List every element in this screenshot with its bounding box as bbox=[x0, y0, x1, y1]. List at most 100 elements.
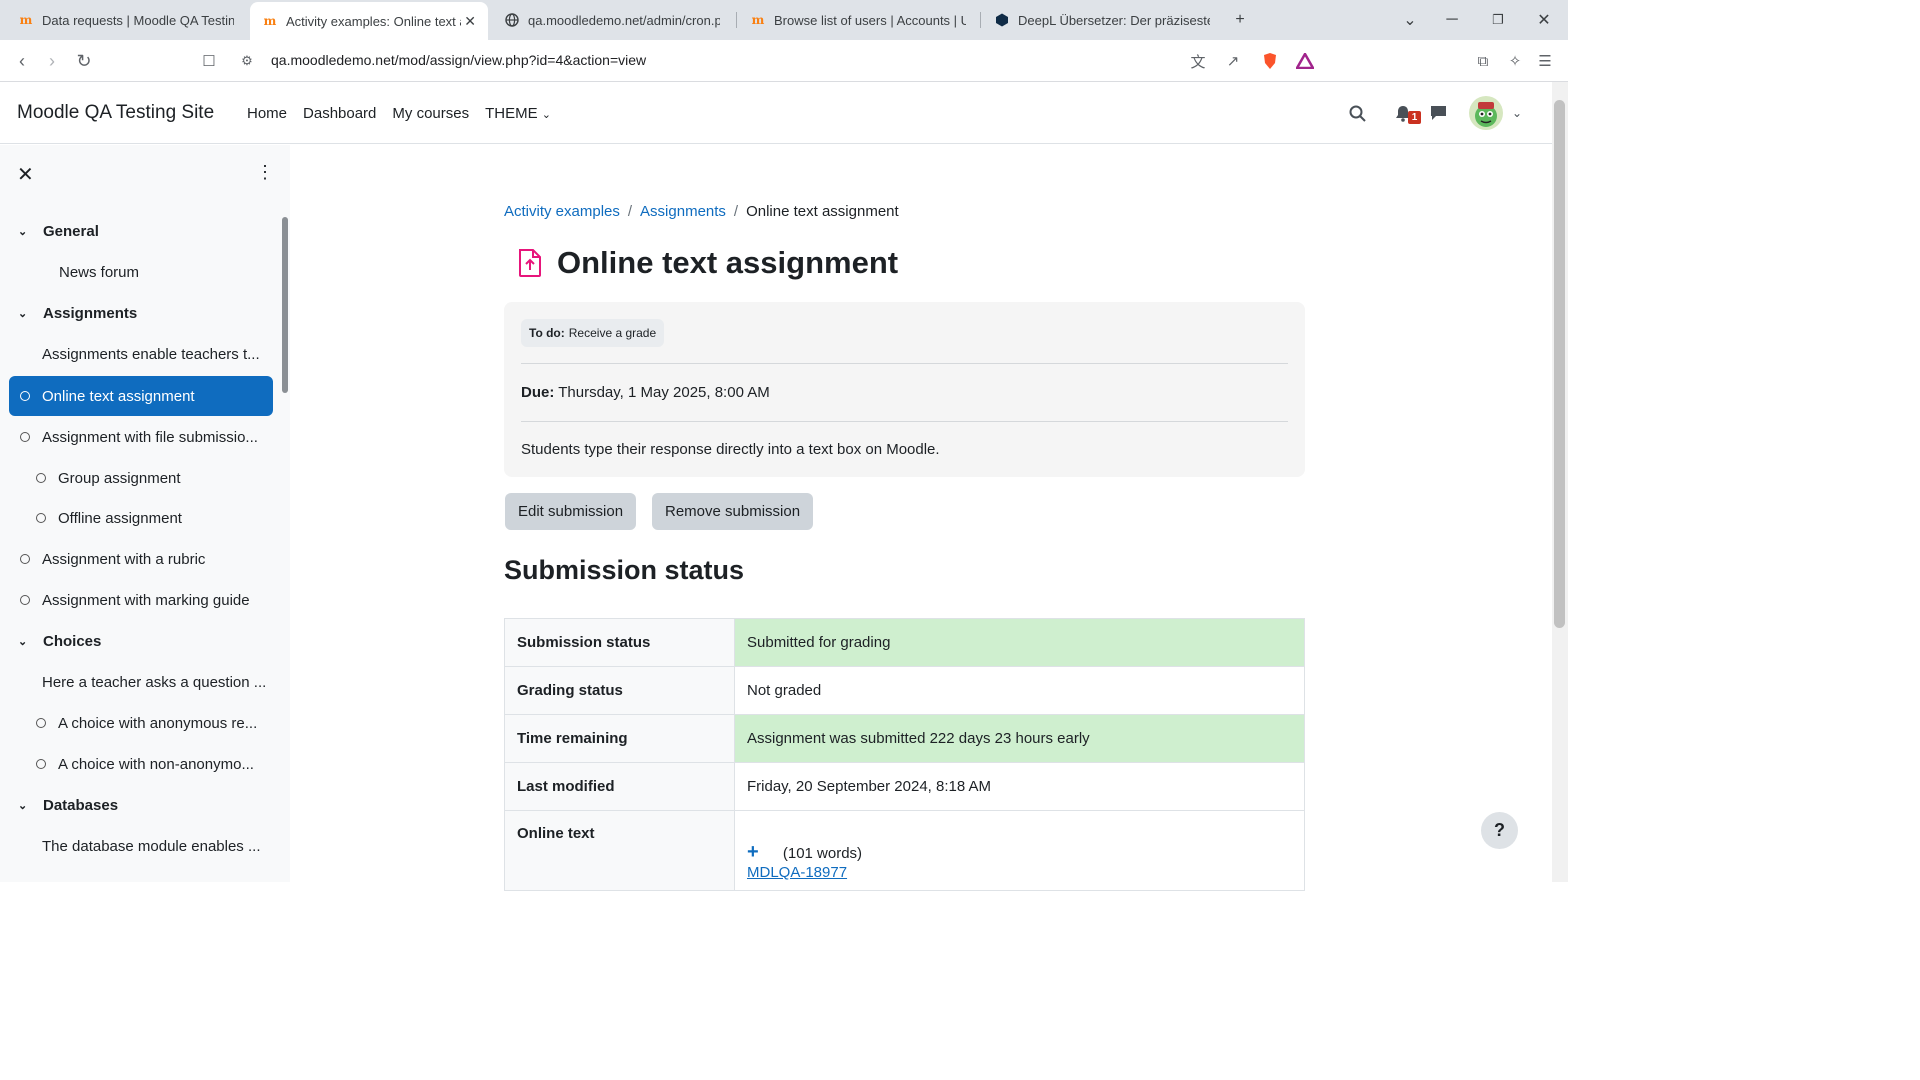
back-icon[interactable]: ‹ bbox=[10, 49, 34, 73]
completion-circle-icon bbox=[36, 473, 46, 483]
new-tab-icon[interactable]: + bbox=[1228, 8, 1252, 32]
address-bar[interactable]: qa.moodledemo.net/mod/assign/view.php?id… bbox=[271, 52, 646, 68]
due-date: Due: Thursday, 1 May 2025, 8:00 AM bbox=[521, 384, 770, 401]
tab-separator bbox=[736, 12, 737, 28]
browser-tab-deepl[interactable]: DeepL Übersetzer: Der präziseste Ü bbox=[982, 5, 1222, 35]
expand-plus-icon[interactable]: + bbox=[747, 841, 759, 863]
close-tab-icon[interactable]: ✕ bbox=[464, 13, 476, 30]
breadcrumb-separator: / bbox=[733, 203, 739, 220]
tab-search-chevron-icon[interactable]: ⌄ bbox=[1398, 8, 1422, 32]
leo-ai-icon[interactable]: ✧ bbox=[1504, 50, 1526, 72]
brave-shield-icon[interactable] bbox=[1259, 50, 1281, 72]
user-menu-chevron-icon[interactable]: ⌄ bbox=[1505, 101, 1529, 125]
course-index-item[interactable]: A choice with anonymous re... bbox=[36, 703, 273, 743]
chevron-down-icon[interactable]: ⌄ bbox=[18, 225, 32, 238]
nav-theme[interactable]: THEME ⌄ bbox=[485, 105, 551, 122]
page-scrollbar-thumb[interactable] bbox=[1554, 100, 1565, 628]
course-index-drawer: ✕ ⋮ ⌄ General News forum ⌄ Assignments A… bbox=[0, 145, 290, 882]
row-value: Not graded bbox=[734, 666, 1305, 715]
deepl-icon bbox=[994, 12, 1010, 28]
completion-circle-icon bbox=[20, 554, 30, 564]
notification-count-badge: 1 bbox=[1408, 111, 1421, 124]
restore-icon[interactable]: ❐ bbox=[1486, 8, 1510, 32]
breadcrumb-activity-examples[interactable]: Activity examples bbox=[504, 203, 620, 220]
course-index-item[interactable]: Assignment with marking guide bbox=[20, 580, 273, 620]
row-label: Submission status bbox=[504, 618, 735, 667]
drawer-scrollbar-thumb[interactable] bbox=[282, 217, 288, 393]
bookmark-icon[interactable]: ☐ bbox=[197, 49, 221, 73]
search-icon[interactable] bbox=[1345, 101, 1369, 125]
online-text-link[interactable]: MDLQA-18977 bbox=[747, 864, 1292, 881]
menu-icon[interactable]: ☰ bbox=[1534, 50, 1556, 72]
browser-tab-activity-examples[interactable]: m Activity examples: Online text a ✕ bbox=[250, 2, 488, 40]
messages-icon[interactable] bbox=[1426, 101, 1450, 125]
row-value: Assignment was submitted 222 days 23 hou… bbox=[734, 714, 1305, 763]
close-drawer-icon[interactable]: ✕ bbox=[17, 162, 34, 187]
course-index-item[interactable]: Offline assignment bbox=[36, 498, 273, 538]
course-index-item[interactable]: Group assignment bbox=[36, 458, 273, 498]
reload-icon[interactable]: ↻ bbox=[72, 49, 96, 73]
submission-status-table: Submission status Submitted for grading … bbox=[504, 618, 1305, 891]
row-value: Submitted for grading bbox=[734, 618, 1305, 667]
course-section-databases[interactable]: ⌄ Databases bbox=[18, 785, 273, 825]
page-title: Online text assignment bbox=[557, 245, 899, 280]
primary-navigation: Home Dashboard My courses THEME ⌄ bbox=[247, 105, 551, 122]
site-name[interactable]: Moodle QA Testing Site bbox=[17, 102, 214, 124]
course-index-item-active[interactable]: Online text assignment bbox=[9, 376, 273, 416]
edit-submission-button[interactable]: Edit submission bbox=[505, 493, 637, 530]
row-label: Last modified bbox=[504, 762, 735, 811]
breadcrumb: Activity examples / Assignments / Online… bbox=[504, 203, 899, 220]
chevron-down-icon[interactable]: ⌄ bbox=[18, 307, 32, 320]
divider bbox=[521, 363, 1288, 364]
course-index-item[interactable]: Assignment with file submissio... bbox=[20, 417, 273, 457]
moodle-navbar: Moodle QA Testing Site Home Dashboard My… bbox=[0, 82, 1552, 144]
browser-tab-browse-users[interactable]: m Browse list of users | Accounts | Use bbox=[738, 5, 978, 35]
row-label: Time remaining bbox=[504, 714, 735, 763]
avatar[interactable] bbox=[1469, 96, 1503, 130]
nav-dashboard[interactable]: Dashboard bbox=[303, 105, 376, 122]
translate-icon[interactable]: 文 bbox=[1187, 50, 1209, 72]
window-close-icon[interactable]: ✕ bbox=[1532, 8, 1556, 32]
remove-submission-button[interactable]: Remove submission bbox=[652, 493, 814, 530]
browser-toolbar: ‹ › ↻ ☐ ⚙ qa.moodledemo.net/mod/assign/v… bbox=[0, 40, 1568, 82]
course-index-item[interactable]: Assignments enable teachers t... bbox=[42, 334, 273, 374]
course-section-choices[interactable]: ⌄ Choices bbox=[18, 621, 273, 661]
breadcrumb-assignments[interactable]: Assignments bbox=[640, 203, 726, 220]
divider bbox=[521, 421, 1288, 422]
table-row: Online text + (101 words) MDLQA-18977 bbox=[504, 810, 1305, 891]
help-button[interactable]: ? bbox=[1481, 812, 1518, 849]
share-icon[interactable]: ↗ bbox=[1222, 50, 1244, 72]
moodle-icon: m bbox=[751, 13, 765, 27]
course-index-item[interactable]: The database module enables ... bbox=[42, 826, 273, 866]
course-index-item[interactable]: Here a teacher asks a question ... bbox=[42, 662, 273, 702]
minimize-icon[interactable]: ─ bbox=[1440, 8, 1464, 32]
browser-tab-cron[interactable]: qa.moodledemo.net/admin/cron.ph bbox=[492, 5, 732, 35]
extensions-icon[interactable]: ⧉ bbox=[1472, 50, 1494, 72]
forward-icon[interactable]: › bbox=[40, 49, 64, 73]
row-label: Online text bbox=[504, 810, 735, 891]
course-index-item[interactable]: Assignment with a rubric bbox=[20, 539, 273, 579]
table-row: Last modified Friday, 20 September 2024,… bbox=[504, 762, 1305, 811]
online-text-cell: + (101 words) MDLQA-18977 bbox=[734, 810, 1305, 891]
course-section-general[interactable]: ⌄ General bbox=[18, 211, 273, 251]
browser-tab-data-requests[interactable]: m Data requests | Moodle QA Testing bbox=[6, 5, 246, 35]
course-index-item[interactable]: A choice with non-anonymo... bbox=[36, 744, 273, 784]
table-row: Submission status Submitted for grading bbox=[504, 618, 1305, 667]
brave-rewards-icon[interactable] bbox=[1294, 50, 1316, 72]
completion-circle-icon bbox=[20, 432, 30, 442]
chevron-down-icon[interactable]: ⌄ bbox=[18, 799, 32, 812]
nav-my-courses[interactable]: My courses bbox=[392, 105, 469, 122]
site-settings-icon[interactable]: ⚙ bbox=[235, 49, 259, 73]
chevron-down-icon: ⌄ bbox=[541, 109, 551, 121]
assignment-icon bbox=[517, 248, 545, 280]
browser-tab-strip: m Data requests | Moodle QA Testing m Ac… bbox=[0, 0, 1568, 40]
nav-home[interactable]: Home bbox=[247, 105, 287, 122]
submission-status-heading: Submission status bbox=[504, 555, 745, 585]
row-label: Grading status bbox=[504, 666, 735, 715]
course-index-item[interactable]: News forum bbox=[59, 252, 273, 292]
breadcrumb-separator: / bbox=[627, 203, 633, 220]
todo-badge: To do: Receive a grade bbox=[521, 319, 665, 347]
kebab-menu-icon[interactable]: ⋮ bbox=[256, 162, 274, 183]
chevron-down-icon[interactable]: ⌄ bbox=[18, 635, 32, 648]
course-section-assignments[interactable]: ⌄ Assignments bbox=[18, 293, 273, 333]
